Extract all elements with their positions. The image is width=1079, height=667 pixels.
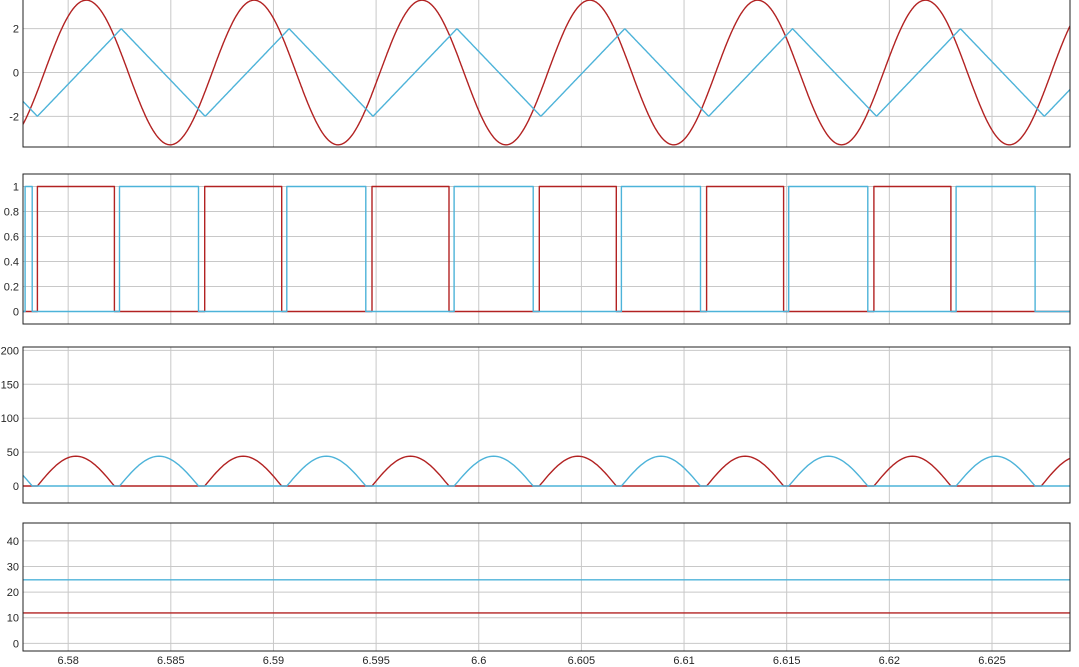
current-panel: 0 50 100 150 200: [1, 345, 1071, 504]
x-tick-label: 6.585: [157, 655, 185, 667]
y-tick-label: 0: [13, 638, 19, 650]
y-tick-label: 200: [1, 345, 19, 357]
voltage-panel: 0 10 20 30 40 6.58 6.585 6.59 6.595 6.6 6.605 6.61 6…: [7, 522, 1071, 667]
y-tick-label: 20: [7, 587, 19, 599]
y-tick-label: 10: [7, 613, 19, 625]
x-tick-label: 6.615: [773, 655, 801, 667]
x-tick-label: 6.59: [263, 655, 284, 667]
x-tick-label: 6.595: [362, 655, 390, 667]
plot-frame: [22, 0, 1071, 148]
x-tick-label: 6.58: [57, 655, 78, 667]
x-tick-label: 6.605: [568, 655, 596, 667]
scope-figure: -20200.20.40.60.810501001502000102030406…: [1, 0, 1071, 667]
y-tick-label: 1: [13, 182, 19, 194]
y-tick-label: 50: [7, 447, 19, 459]
y-tick-label: 2: [13, 24, 19, 36]
red-trace-square: [23, 185, 1070, 313]
gate-pulse-panel: 0 0.2 0.4 0.6 0.8 1: [4, 173, 1071, 325]
y-tick-label: 40: [7, 536, 19, 548]
x-tick-label: 6.6: [471, 655, 486, 667]
plot-frame: [22, 346, 1071, 504]
scope-panels: -20200.20.40.60.810501001502000102030406…: [1, 0, 1071, 667]
blue-trace-half-sine: [23, 455, 1070, 487]
y-tick-label: 0.2: [4, 282, 19, 294]
carrier-panel: -2 0 2: [9, 0, 1071, 148]
blue-trace-square: [23, 185, 1070, 313]
red-trace-half-sine: [23, 455, 1070, 487]
y-tick-label: 0.4: [4, 257, 19, 269]
y-tick-label: 0.6: [4, 232, 19, 244]
y-tick-label: 0: [13, 68, 19, 80]
x-tick-label: 6.61: [673, 655, 694, 667]
y-tick-label: 100: [1, 413, 19, 425]
y-tick-label: 30: [7, 562, 19, 574]
y-tick-label: 0: [13, 307, 19, 319]
plot-frame: [22, 522, 1071, 652]
x-tick-label: 6.62: [879, 655, 900, 667]
x-tick-label: 6.625: [978, 655, 1006, 667]
y-tick-label: 150: [1, 379, 19, 391]
y-tick-label: 0: [13, 481, 19, 493]
plot-frame: [22, 173, 1071, 325]
y-tick-label: 0.8: [4, 207, 19, 219]
y-tick-label: -2: [9, 111, 19, 123]
